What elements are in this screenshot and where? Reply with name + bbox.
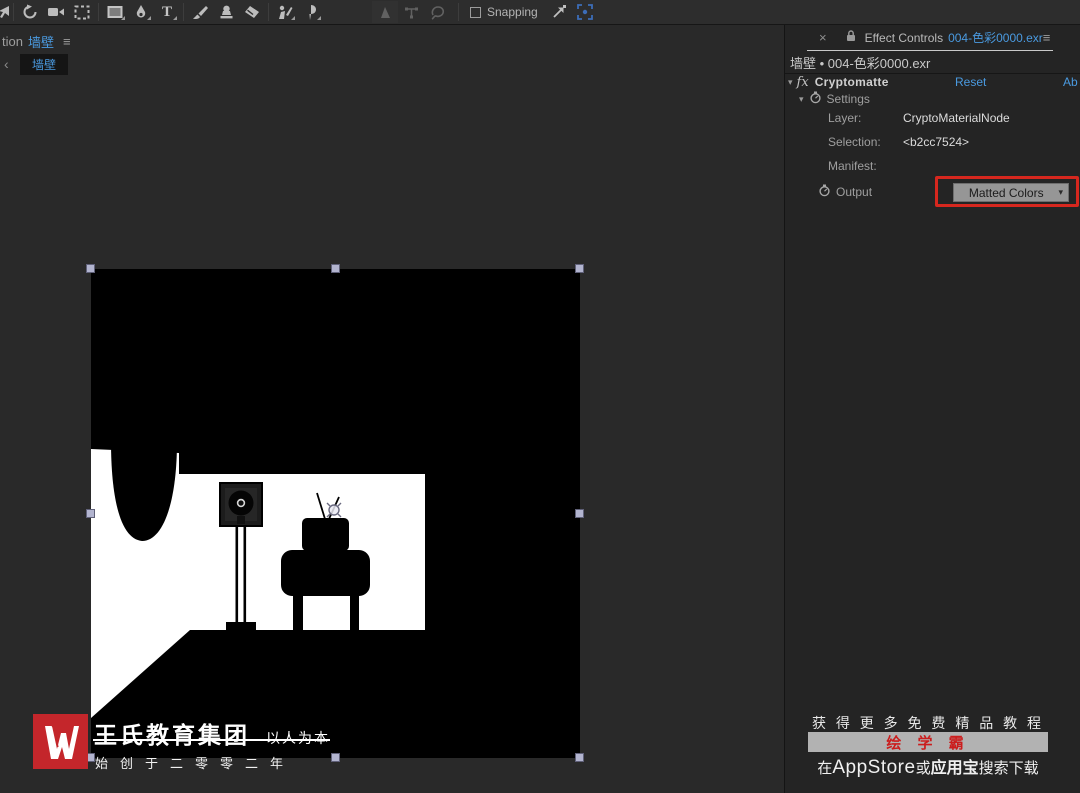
roto-brush-tool-icon[interactable] [272,1,298,23]
promo-line3-post: 搜索下载 [978,760,1039,777]
dropdown-chevron-icon: ▾ [1058,187,1063,197]
watermark-line2: 始创于二零零二年 [95,756,296,771]
toolbar-separator [458,3,459,21]
promo-line1: 获 得 更 多 免 费 精 品 教 程 [811,715,1044,731]
flyout-indicator [121,16,125,20]
output-dropdown-value[interactable]: Matted Colors [954,186,1058,200]
composition-tab-prefix: tion [2,33,23,49]
composition-tab[interactable]: tion 墙壁 ≡ [0,32,71,50]
camera-tool-icon[interactable] [43,1,69,23]
watermark-subtitle: 以人为本 [266,730,330,746]
effect-controls-tab[interactable]: × Effect Controls 004-色彩0000.exr ≡ [807,25,1053,51]
mask-feather-tool-icon [372,1,398,23]
eraser-tool-icon[interactable] [239,1,265,23]
promo-line3-pre: 在 [817,760,833,777]
about-link[interactable]: Ab [1063,75,1078,89]
promo-badge-bar: 绘 学 霸 [808,732,1048,752]
selection-tool-partial-icon[interactable] [0,1,10,23]
watermark-underline [93,739,330,741]
watermark-title-row: 王氏教育集团 以人为本 [94,716,414,750]
twirl-down-icon[interactable]: ▾ [788,77,793,88]
property-label: Layer: [828,111,862,125]
close-panel-icon[interactable]: × [819,30,827,45]
back-chevron-icon[interactable]: ‹ [4,56,16,72]
convert-vertex-tool-icon [398,1,424,23]
flyout-indicator [317,16,321,20]
promo-line3: 在AppStore或应用宝搜索下载 [808,754,1048,779]
property-value[interactable]: <b2cc7524> [903,135,969,149]
selection-handle-bottom-right[interactable] [575,753,584,762]
promo-appstore: AppStore [832,757,916,778]
lock-icon[interactable] [846,30,856,45]
clone-stamp-tool-icon[interactable] [213,1,239,23]
lasso-tool-icon [424,1,450,23]
rectangle-tool-icon[interactable] [102,1,128,23]
snapping-label[interactable]: Snapping [487,5,538,19]
promo-line3-mid: 或 [915,760,931,777]
toolbar-separator [98,3,99,21]
reset-link[interactable]: Reset [955,75,986,89]
toolbar-separator [268,3,269,21]
effect-controls-tabstrip: × Effect Controls 004-色彩0000.exr ≡ [785,25,1080,52]
rotation-tool-icon[interactable] [17,1,43,23]
selection-handle-mid-right[interactable] [575,509,584,518]
output-dropdown[interactable]: Matted Colors ▾ [953,183,1069,202]
twirl-down-icon[interactable]: ▾ [799,94,804,105]
toolbar-separator [183,3,184,21]
fx-icon: fx [796,74,809,90]
flyout-indicator [173,16,177,20]
effect-header-row: ▾ fx Cryptomatte Reset Ab [785,73,1080,91]
effect-controls-tab-doc[interactable]: 004-色彩0000.exr [948,29,1043,46]
settings-group-label[interactable]: Settings [827,92,870,106]
flyout-indicator [147,16,151,20]
selection-handle-top-right[interactable] [575,264,584,273]
motion-target-icon[interactable] [572,1,598,23]
composition-breadcrumb: ‹ 墙壁 [4,53,69,75]
property-row-selection: Selection: <b2cc7524> [785,133,1080,151]
anchor-point-marker [326,502,342,518]
property-value[interactable]: CryptoMaterialNode [903,111,1010,125]
property-label: Selection: [828,135,881,149]
flyout-indicator [291,16,295,20]
effect-name[interactable]: Cryptomatte [815,75,889,89]
watermark-title: 王氏教育集团 [94,722,250,748]
effect-controls-tab-title[interactable]: Effect Controls [865,31,943,45]
stopwatch-icon[interactable] [819,184,830,200]
panel-menu-icon[interactable]: ≡ [1043,30,1051,45]
promo-yingyongbao: 应用宝 [930,760,979,777]
wangshi-logo [33,714,88,769]
toolbar: T Snapping [0,0,1080,25]
output-label: Output [836,185,873,199]
snapping-checkbox[interactable] [470,6,481,18]
composition-image[interactable] [91,269,580,758]
scene-graphic [91,269,580,758]
composition-viewer-panel: tion 墙壁 ≡ ‹ 墙壁 王氏教育集团 以人为本 始创于二零零二年 [0,25,784,793]
selection-handle-top-mid[interactable] [331,264,340,273]
puppet-pin-tool-icon[interactable] [298,1,324,23]
brush-tool-icon[interactable] [187,1,213,23]
property-label: Manifest: [828,159,877,173]
property-row-layer: Layer: CryptoMaterialNode [785,109,1080,127]
settings-group-row: ▾ Settings [785,90,1080,108]
effect-controls-panel: × Effect Controls 004-色彩0000.exr ≡ 墙壁 • … [784,25,1080,793]
selection-handle-top-left[interactable] [86,264,95,273]
stopwatch-icon[interactable] [809,91,821,107]
snap-arrow-icon[interactable] [546,1,572,23]
pen-tool-icon[interactable] [128,1,154,23]
panel-menu-icon[interactable]: ≡ [63,34,71,49]
selection-handle-mid-left[interactable] [86,509,95,518]
region-of-interest-tool-icon[interactable] [69,1,95,23]
promo-badge-text: 绘 学 霸 [886,734,970,752]
composition-tab-name[interactable]: 墙壁 [28,32,54,51]
logo-w-icon [44,725,79,759]
breadcrumb-comp-name[interactable]: 墙壁 [20,53,69,75]
effect-source-line: 墙壁 • 004-色彩0000.exr [790,55,931,71]
property-row-manifest: Manifest: [785,157,1080,175]
toolbar-separator [13,3,14,21]
type-tool-icon[interactable]: T [154,1,180,23]
